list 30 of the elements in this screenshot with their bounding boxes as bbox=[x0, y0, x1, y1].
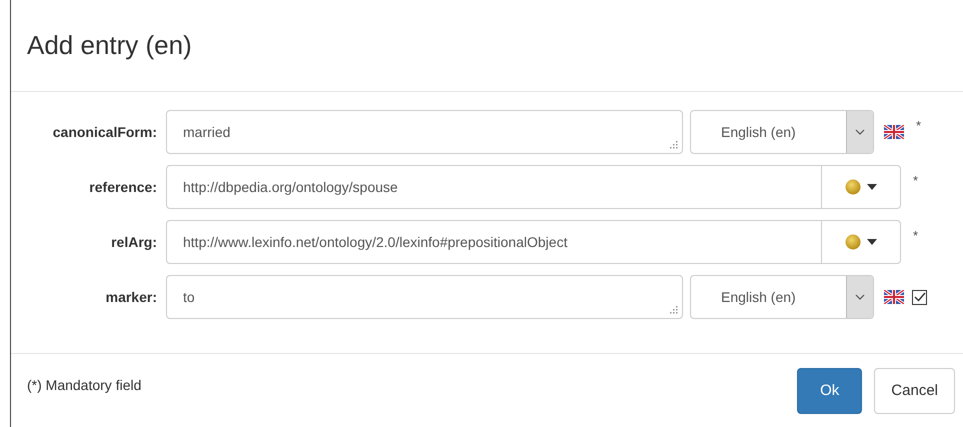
text-field[interactable]: married bbox=[166, 110, 683, 154]
chevron-down-icon bbox=[855, 129, 865, 135]
resize-grip-icon bbox=[670, 141, 678, 149]
dropdown-button[interactable] bbox=[822, 220, 901, 264]
uri-field[interactable]: http://www.lexinfo.net/ontology/2.0/lexinfo#prepositionalObject bbox=[166, 220, 822, 264]
dropdown-button[interactable] bbox=[822, 165, 901, 209]
language-select[interactable]: English (en) bbox=[690, 110, 874, 154]
caret-icon bbox=[867, 184, 877, 190]
uri-field[interactable]: http://dbpedia.org/ontology/spouse bbox=[166, 165, 822, 209]
flag-icon bbox=[884, 290, 904, 304]
checkbox[interactable] bbox=[912, 290, 927, 304]
field-label: canonicalForm: bbox=[52, 124, 158, 140]
mandatory-mark: * bbox=[913, 228, 918, 243]
ball-icon bbox=[845, 179, 861, 195]
ok-button[interactable]: Ok bbox=[797, 368, 862, 414]
mandatory-mark: * bbox=[916, 118, 922, 133]
cancel-button[interactable]: Cancel bbox=[874, 368, 955, 414]
mandatory-mark: * bbox=[913, 173, 918, 188]
flag-icon bbox=[884, 125, 904, 139]
field-label: relArg: bbox=[110, 234, 158, 250]
footer-note: (*) Mandatory field bbox=[27, 376, 142, 392]
resize-grip-icon bbox=[670, 306, 678, 314]
text-field[interactable]: to bbox=[166, 275, 683, 319]
chevron-down-icon bbox=[855, 294, 865, 300]
language-select[interactable]: English (en) bbox=[690, 275, 874, 319]
dialog-title: Add entry (en) bbox=[27, 30, 192, 61]
ball-icon bbox=[845, 234, 861, 250]
caret-icon bbox=[867, 239, 877, 245]
field-label: reference: bbox=[88, 179, 158, 195]
field-label: marker: bbox=[104, 289, 158, 305]
